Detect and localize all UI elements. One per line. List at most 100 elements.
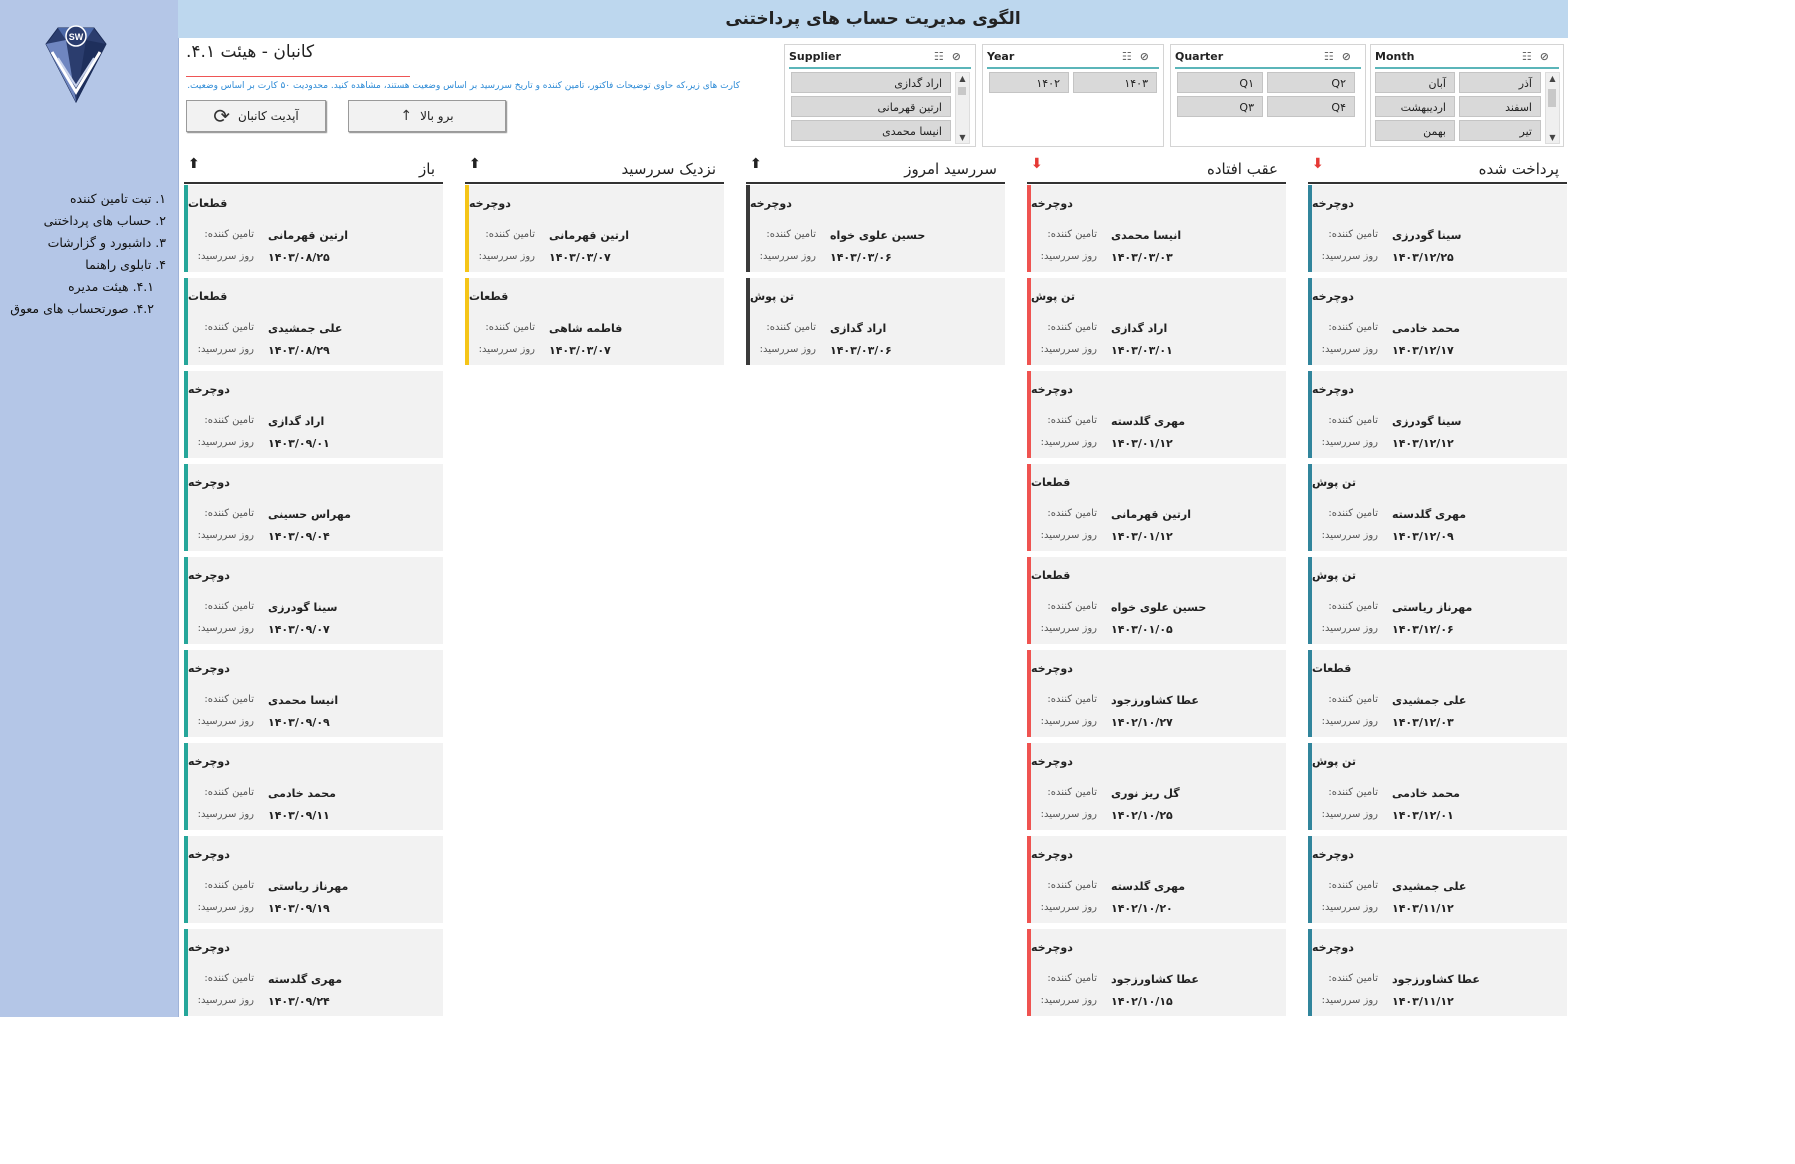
kanban-card[interactable]: دوچرخه تامین کننده: عطا کشاورزجود روز سررسی… <box>1308 929 1567 1016</box>
sort-arrow-icon[interactable]: ⬇ <box>1031 156 1043 172</box>
sidebar-nav-item[interactable]: ۲. حساب های پرداختنی <box>10 210 166 232</box>
kanban-card[interactable]: قطعات تامین کننده: علی جمشیدی روز سررسید: ۱۴… <box>1308 650 1567 737</box>
kanban-card[interactable]: دوچرخه تامین کننده: مهراس حسینی روز سررسید:… <box>184 464 443 551</box>
kanban-card[interactable]: دوچرخه تامین کننده: انیسا محمدی روز سررسید:… <box>184 650 443 737</box>
slicer-item[interactable]: Q۱ <box>1177 72 1263 93</box>
kanban-card[interactable]: تن پوش تامین کننده: محمد خادمی روز سررسید: ۱… <box>1308 743 1567 830</box>
kanban-card[interactable]: قطعات تامین کننده: فاطمه شاهی روز سررسید: ۱۴… <box>465 278 724 365</box>
kanban-card[interactable]: دوچرخه تامین کننده: مهرناز ریاستی روز سررسی… <box>184 836 443 923</box>
card-due-label: روز سررسید: <box>759 251 816 262</box>
card-category-text: دوچرخه <box>188 569 230 582</box>
card-due-date: ۱۴۰۳/۱۲/۱۲ <box>1392 437 1454 450</box>
card-category: دوچرخه <box>1312 941 1561 954</box>
sort-arrow-icon[interactable]: ⬆ <box>750 156 762 172</box>
sort-arrow-icon[interactable]: ⬆ <box>469 156 481 172</box>
card-supplier: انیسا محمدی <box>268 694 339 707</box>
kanban-card[interactable]: دوچرخه تامین کننده: محمد خادمی روز سررسید: ۱… <box>1308 278 1567 365</box>
card-supplier-label: تامین کننده: <box>204 508 254 519</box>
card-due-date: ۱۴۰۳/۰۹/۰۷ <box>268 623 330 636</box>
multi-select-icon[interactable]: ☷ <box>1122 50 1140 63</box>
card-supplier-label: تامین کننده: <box>204 601 254 612</box>
scroll-thumb[interactable] <box>958 87 966 95</box>
kanban-card[interactable]: تن پوش تامین کننده: مهرناز ریاستی روز سررسی… <box>1308 557 1567 644</box>
slicer-item[interactable]: ۱۴۰۲ <box>989 72 1069 93</box>
card-due-date: ۱۴۰۳/۰۸/۲۹ <box>268 344 330 357</box>
kanban-card[interactable]: دوچرخه تامین کننده: ارتین قهرمانی روز سررسی… <box>465 185 724 272</box>
slicer-item[interactable]: اسفند <box>1459 96 1541 117</box>
sidebar-nav-item[interactable]: ۴.۱. هیئت مدیره <box>10 276 166 298</box>
slicer-item[interactable]: بهمن <box>1375 120 1455 141</box>
slicer-item[interactable]: ارتین قهرمانی <box>791 96 951 117</box>
update-kanban-button[interactable]: آپدیت کانبان ⟳ <box>186 100 326 132</box>
card-supplier-label: تامین کننده: <box>1047 322 1097 333</box>
slicer-scrollbar[interactable]: ▲ ▼ <box>1545 72 1560 144</box>
go-top-button[interactable]: برو بالا ↑ <box>348 100 506 132</box>
kanban-card[interactable]: قطعات تامین کننده: ارتین قهرمانی روز سررسید… <box>1027 464 1286 551</box>
kanban-card[interactable]: دوچرخه تامین کننده: گل ریز نوری روز سررسید:… <box>1027 743 1286 830</box>
multi-select-icon[interactable]: ☷ <box>1522 50 1540 63</box>
kanban-card[interactable]: دوچرخه تامین کننده: علی جمشیدی روز سررسید: ۱… <box>1308 836 1567 923</box>
card-due-label: روز سررسید: <box>1321 902 1378 913</box>
kanban-card[interactable]: تن پوش تامین کننده: اراد گدازی روز سررسید: ۱… <box>746 278 1005 365</box>
kanban-column-header: نزدیک سررسید ⬆ <box>465 156 724 184</box>
kanban-card[interactable]: دوچرخه تامین کننده: سینا گودرزی روز سررسید:… <box>1308 371 1567 458</box>
card-due-date: ۱۴۰۳/۱۲/۰۶ <box>1392 623 1454 636</box>
clear-filter-icon[interactable]: ⊘ <box>952 50 969 63</box>
card-due-label: روز سررسید: <box>197 437 254 448</box>
sort-arrow-icon[interactable]: ⬇ <box>1312 156 1324 172</box>
kanban-card[interactable]: تن پوش تامین کننده: مهری گلدسته روز سررسید:… <box>1308 464 1567 551</box>
clear-filter-icon[interactable]: ⊘ <box>1342 50 1359 63</box>
kanban-card[interactable]: دوچرخه تامین کننده: محمد خادمی روز سررسید: ۱… <box>184 743 443 830</box>
slicer-item[interactable]: آذر <box>1459 72 1541 93</box>
card-due-label: روز سررسید: <box>478 344 535 355</box>
kanban-card[interactable]: دوچرخه تامین کننده: حسین علوی خواه روز سررس… <box>746 185 1005 272</box>
card-supplier: علی جمشیدی <box>1392 880 1467 893</box>
sidebar-nav-item[interactable]: ۱. تبت تامین کننده <box>10 188 166 210</box>
slicer-item[interactable]: انیسا محمدی <box>791 120 951 141</box>
card-category-text: تن پوش <box>750 290 795 303</box>
sort-arrow-icon[interactable]: ⬆ <box>188 156 200 172</box>
kanban-card[interactable]: قطعات تامین کننده: علی جمشیدی روز سررسید: ۱۴… <box>184 278 443 365</box>
card-supplier-label: تامین کننده: <box>1047 229 1097 240</box>
multi-select-icon[interactable]: ☷ <box>1324 50 1342 63</box>
card-supplier-label: تامین کننده: <box>204 880 254 891</box>
kanban-card[interactable]: دوچرخه تامین کننده: مهری گلدسته روز سررسید:… <box>184 929 443 1016</box>
card-category-text: دوچرخه <box>188 755 230 768</box>
kanban-card[interactable]: دوچرخه تامین کننده: مهری گلدسته روز سررسید:… <box>1027 836 1286 923</box>
slicer-item[interactable]: آبان <box>1375 72 1455 93</box>
slicer-item[interactable]: Q۲ <box>1267 72 1355 93</box>
scroll-down-icon[interactable]: ▼ <box>956 133 969 142</box>
multi-select-icon[interactable]: ☷ <box>934 50 952 63</box>
sidebar-nav-item[interactable]: ۴.۲. صورتحساب های معوق <box>10 298 166 320</box>
kanban-card[interactable]: دوچرخه تامین کننده: اراد گدازی روز سررسید: ۱… <box>184 371 443 458</box>
kanban-card[interactable]: دوچرخه تامین کننده: سینا گودرزی روز سررسید:… <box>1308 185 1567 272</box>
sidebar-nav-item[interactable]: ۳. داشبورد و گزارشات <box>10 232 166 254</box>
clear-filter-icon[interactable]: ⊘ <box>1540 50 1557 63</box>
slicer-item[interactable]: تیر <box>1459 120 1541 141</box>
scroll-up-icon[interactable]: ▲ <box>1546 74 1559 83</box>
kanban-card[interactable]: دوچرخه تامین کننده: انیسا محمدی روز سررسید:… <box>1027 185 1286 272</box>
kanban-card[interactable]: دوچرخه تامین کننده: عطا کشاورزجود روز سررسی… <box>1027 929 1286 1016</box>
scroll-thumb[interactable] <box>1548 89 1556 107</box>
slicer-scrollbar[interactable]: ▲ ▼ <box>955 72 970 144</box>
slicer-item[interactable]: ۱۴۰۳ <box>1073 72 1157 93</box>
kanban-card[interactable]: قطعات تامین کننده: ارتین قهرمانی روز سررسید… <box>184 185 443 272</box>
slicer-supplier-title: Supplier <box>789 50 841 63</box>
kanban-card[interactable]: قطعات تامین کننده: حسین علوی خواه روز سررسی… <box>1027 557 1286 644</box>
slicer-item[interactable]: اردیبهشت <box>1375 96 1455 117</box>
scroll-up-icon[interactable]: ▲ <box>956 74 969 83</box>
kanban-card[interactable]: تن پوش تامین کننده: اراد گدازی روز سررسید: ۱… <box>1027 278 1286 365</box>
card-category: قطعات <box>1312 662 1561 675</box>
scroll-down-icon[interactable]: ▼ <box>1546 133 1559 142</box>
clear-filter-icon[interactable]: ⊘ <box>1140 50 1157 63</box>
kanban-card[interactable]: دوچرخه تامین کننده: عطا کشاورزجود روز سررسی… <box>1027 650 1286 737</box>
slicer-item[interactable]: Q۴ <box>1267 96 1355 117</box>
kanban-card[interactable]: دوچرخه تامین کننده: مهری گلدسته روز سررسید:… <box>1027 371 1286 458</box>
kanban-card[interactable]: دوچرخه تامین کننده: سینا گودرزی روز سررسید:… <box>184 557 443 644</box>
card-supplier-label: تامین کننده: <box>204 322 254 333</box>
slicer-item[interactable]: اراد گدازی <box>791 72 951 93</box>
card-category-text: دوچرخه <box>1031 383 1073 396</box>
sidebar-nav-item[interactable]: ۴. تابلوی راهنما <box>10 254 166 276</box>
card-due-label: روز سررسید: <box>197 716 254 727</box>
slicer-item[interactable]: Q۳ <box>1177 96 1263 117</box>
